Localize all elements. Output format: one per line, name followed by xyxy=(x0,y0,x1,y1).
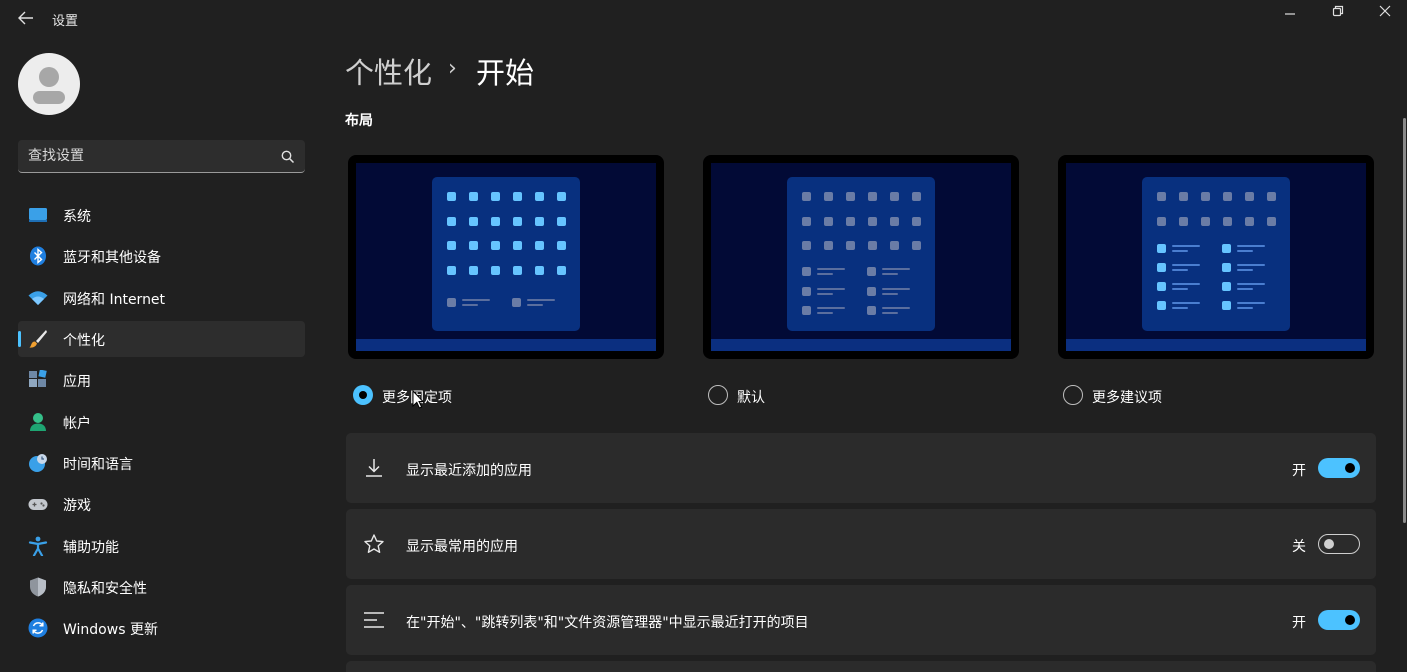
sidebar-item-label: 蓝牙和其他设备 xyxy=(63,250,161,266)
preview-screen xyxy=(356,163,656,351)
close-icon xyxy=(1379,5,1391,17)
sidebar-item-label: 时间和语言 xyxy=(63,457,133,473)
sidebar-item-bluetooth[interactable]: 蓝牙和其他设备 xyxy=(18,238,305,274)
sidebar-item-accessibility[interactable]: 辅助功能 xyxy=(18,528,305,564)
toggle-state-label: 开 xyxy=(1292,463,1306,479)
radio-label: 默认 xyxy=(737,390,765,406)
toggle-switch[interactable] xyxy=(1318,534,1360,554)
user-avatar[interactable] xyxy=(18,53,80,115)
update-icon xyxy=(28,618,48,638)
sidebar-item-label: 个性化 xyxy=(63,333,105,349)
minimize-icon xyxy=(1285,13,1295,15)
sidebar-item-label: 系统 xyxy=(63,209,91,225)
setting-label: 显示最近添加的应用 xyxy=(406,463,532,479)
setting-label: 在"开始"、"跳转列表"和"文件资源管理器"中显示最近打开的项目 xyxy=(406,615,809,631)
active-indicator xyxy=(18,331,21,347)
wifi-icon xyxy=(28,288,48,308)
restore-button[interactable] xyxy=(1315,0,1361,22)
back-button[interactable] xyxy=(12,6,40,30)
radio-button[interactable] xyxy=(708,385,728,405)
sidebar-item-label: 辅助功能 xyxy=(63,540,119,556)
scrollbar-thumb[interactable] xyxy=(1403,118,1406,523)
restore-icon xyxy=(1332,5,1344,17)
preview-screen xyxy=(711,163,1011,351)
sidebar-item-label: 游戏 xyxy=(63,498,91,514)
page-title: 开始 xyxy=(476,56,535,90)
setting-label: 显示最常用的应用 xyxy=(406,539,518,555)
sidebar-item-gaming[interactable]: 游戏 xyxy=(18,486,305,522)
accessibility-icon xyxy=(28,536,48,557)
setting-recently-opened-items[interactable]: 在"开始"、"跳转列表"和"文件资源管理器"中显示最近打开的项目 开 xyxy=(346,585,1376,655)
taskbar-preview xyxy=(356,339,656,351)
setting-most-used-apps[interactable]: 显示最常用的应用 关 xyxy=(346,509,1376,579)
close-button[interactable] xyxy=(1362,0,1407,22)
sidebar-item-system[interactable]: 系统 xyxy=(18,197,305,233)
window-title: 设置 xyxy=(52,14,79,29)
download-icon xyxy=(363,457,385,479)
sidebar-item-label: Windows 更新 xyxy=(63,622,158,638)
sidebar-item-network[interactable]: 网络和 Internet xyxy=(18,280,305,316)
search-box[interactable] xyxy=(18,140,305,173)
section-title-layout: 布局 xyxy=(345,113,373,129)
sidebar-item-privacy[interactable]: 隐私和安全性 xyxy=(18,569,305,605)
time-language-icon xyxy=(28,453,48,473)
sidebar-item-accounts[interactable]: 帐户 xyxy=(18,404,305,440)
start-menu-preview xyxy=(432,177,580,331)
toggle-state-label: 关 xyxy=(1292,539,1306,555)
sidebar-item-label: 隐私和安全性 xyxy=(63,581,147,597)
toggle-state-label: 开 xyxy=(1292,615,1306,631)
radio-button-selected[interactable] xyxy=(353,385,373,405)
setting-row-partial[interactable] xyxy=(346,661,1376,672)
chevron-right-icon: › xyxy=(448,56,457,81)
account-icon xyxy=(28,412,48,432)
bluetooth-icon xyxy=(28,246,48,266)
brush-icon xyxy=(28,329,48,349)
sidebar-item-label: 帐户 xyxy=(63,416,91,432)
radio-label: 更多建议项 xyxy=(1092,390,1162,406)
toggle-switch[interactable] xyxy=(1318,458,1360,478)
system-icon xyxy=(28,205,48,225)
radio-button[interactable] xyxy=(1063,385,1083,405)
taskbar-preview xyxy=(1066,339,1366,351)
star-icon xyxy=(363,533,385,555)
minimize-button[interactable] xyxy=(1267,0,1313,22)
layout-preview-more-recommendations[interactable] xyxy=(1058,155,1374,359)
toggle-switch[interactable] xyxy=(1318,610,1360,630)
preview-screen xyxy=(1066,163,1366,351)
sidebar-item-label: 应用 xyxy=(63,374,91,390)
shield-icon xyxy=(28,577,48,597)
layout-preview-more-pins[interactable] xyxy=(348,155,664,359)
breadcrumb-parent[interactable]: 个性化 xyxy=(345,50,432,92)
start-menu-preview xyxy=(787,177,935,331)
layout-preview-default[interactable] xyxy=(703,155,1019,359)
taskbar-preview xyxy=(711,339,1011,351)
search-input[interactable] xyxy=(28,140,268,172)
sidebar-item-windows-update[interactable]: Windows 更新 xyxy=(18,610,305,646)
setting-recently-added-apps[interactable]: 显示最近添加的应用 开 xyxy=(346,433,1376,503)
gamepad-icon xyxy=(28,494,48,514)
sidebar-item-label: 网络和 Internet xyxy=(63,292,166,308)
apps-icon xyxy=(28,369,48,390)
search-icon[interactable] xyxy=(281,149,295,168)
title-bar: 设置 xyxy=(0,0,1407,36)
start-menu-preview xyxy=(1142,177,1290,331)
sidebar-item-time-language[interactable]: 时间和语言 xyxy=(18,445,305,481)
user-icon xyxy=(33,67,65,104)
mouse-cursor-icon xyxy=(412,389,425,413)
sidebar-item-personalization[interactable]: 个性化 xyxy=(18,321,305,357)
list-icon xyxy=(363,609,385,631)
sidebar-item-apps[interactable]: 应用 xyxy=(18,362,305,398)
back-arrow-icon xyxy=(18,11,33,25)
